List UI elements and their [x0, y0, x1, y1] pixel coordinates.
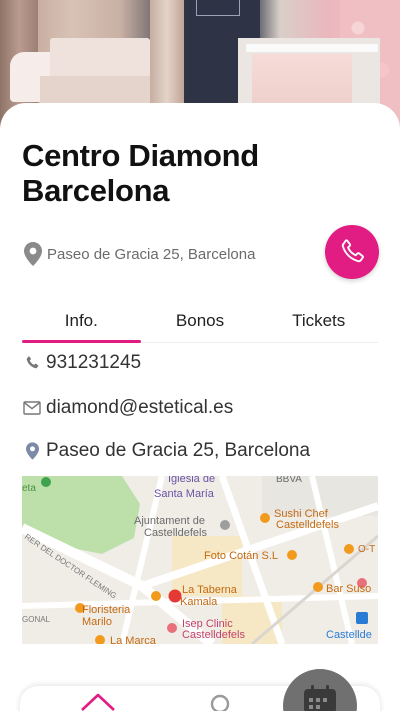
tab-info[interactable]: Info. [22, 299, 141, 343]
tab-tickets[interactable]: Tickets [259, 299, 378, 342]
map-label: La Taberna [182, 584, 238, 596]
hero-desk-top [246, 44, 378, 52]
business-address-row: Paseo de Gracia 25, Barcelona [24, 240, 255, 268]
map-poi-marker [287, 550, 297, 560]
location-pin-icon [22, 442, 42, 460]
phone-icon [341, 239, 364, 263]
map-label: Iglesia de [168, 476, 215, 485]
map-label: Bar Suso [326, 583, 371, 595]
map-label: Foto Cotán S.L [204, 550, 278, 562]
map-poi-marker [313, 582, 323, 592]
search-icon[interactable] [210, 694, 234, 711]
hero-desk-front [252, 54, 352, 106]
map-label: Castelldefels [276, 519, 339, 531]
tab-bonos[interactable]: Bonos [141, 299, 260, 342]
business-name: Centro Diamond Barcelona [22, 138, 259, 208]
map-label: Marilo [82, 616, 112, 628]
map-label: Santa María [154, 488, 215, 500]
envelope-icon [22, 401, 42, 415]
email-row[interactable]: diamond@estetical.es [22, 397, 233, 419]
hero-wall-sign [196, 0, 240, 16]
map-label: Floristeria [82, 604, 131, 616]
home-icon[interactable] [80, 692, 116, 711]
phone-row[interactable]: 931231245 [22, 352, 141, 374]
tab-bar: Info. Bonos Tickets [22, 299, 378, 343]
address-text: Paseo de Gracia 25, Barcelona [46, 440, 311, 461]
location-pin-icon [24, 242, 42, 266]
address-row[interactable]: Paseo de Gracia 25, Barcelona [22, 440, 310, 462]
tab-bonos-label: Bonos [175, 310, 225, 330]
map-label: Ajuntament de [134, 515, 205, 527]
map-label: Castellde [326, 629, 372, 641]
map-label: O-T [358, 544, 375, 555]
map-label: Castelldefels [144, 527, 207, 539]
map-transit-marker [356, 612, 368, 624]
call-button[interactable] [325, 225, 379, 279]
hero-bed-base [40, 76, 156, 106]
map-label: Kamala [180, 596, 218, 608]
map-label: BBVA [276, 476, 302, 485]
tab-tickets-label: Tickets [292, 310, 346, 330]
map-poi-marker [260, 513, 270, 523]
email-address: diamond@estetical.es [46, 397, 234, 418]
map-poi-marker [167, 623, 177, 633]
map-label: La Marca [110, 635, 157, 644]
hero-treatment-bed [50, 38, 150, 78]
phone-number: 931231245 [46, 352, 142, 373]
tab-info-label: Info. [64, 310, 98, 330]
map-poi-marker [344, 544, 354, 554]
business-address: Paseo de Gracia 25, Barcelona [47, 245, 256, 263]
map-label: GONAL [22, 615, 51, 624]
map-poi-marker [220, 520, 230, 530]
map-park-marker [41, 477, 51, 487]
map-label: eta [22, 483, 36, 494]
phone-icon [22, 355, 42, 371]
calendar-icon [304, 685, 336, 711]
map-poi-marker [151, 591, 161, 601]
map-label: Castelldefels [182, 629, 245, 641]
location-map[interactable]: eta Iglesia de Santa María BBVA Ajuntame… [22, 476, 378, 644]
